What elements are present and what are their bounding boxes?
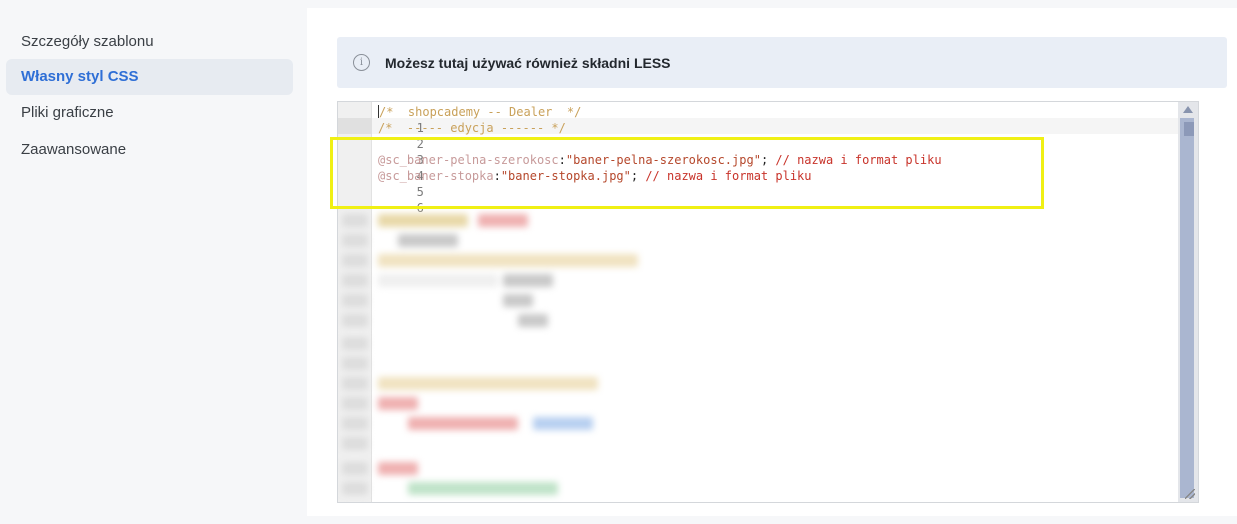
info-icon: i — [353, 54, 370, 71]
sidebar: Szczegóły szablonu Własny styl CSS Pliki… — [0, 0, 300, 524]
sidebar-item-custom-css[interactable]: Własny styl CSS — [6, 59, 293, 95]
code-line: 6 — [338, 184, 424, 215]
sidebar-item-graphic-files[interactable]: Pliki graficzne — [6, 95, 293, 131]
vertical-scrollbar[interactable] — [1178, 102, 1198, 502]
code-editor[interactable]: 1 /* shopcademy -- Dealer */ 2 /* ----- … — [337, 101, 1199, 503]
code-line: 1 /* shopcademy -- Dealer */ — [378, 105, 582, 135]
sidebar-item-template-details[interactable]: Szczegóły szablonu — [6, 24, 293, 60]
info-text: Możesz tutaj używać również składni LESS — [385, 54, 671, 71]
info-banner: i Możesz tutaj używać również składni LE… — [337, 37, 1227, 88]
resize-handle-icon[interactable] — [1185, 489, 1195, 499]
sidebar-item-advanced[interactable]: Zaawansowane — [6, 132, 293, 168]
blurred-code — [338, 212, 1180, 502]
code-line: 4 @sc_baner-pelna-szerokosc:"baner-pelna… — [378, 153, 942, 183]
scroll-up-arrow-icon[interactable] — [1183, 106, 1193, 113]
main-panel: i Możesz tutaj używać również składni LE… — [307, 8, 1237, 516]
code-line: 3 — [338, 136, 424, 167]
code-line: 5 @sc_baner-stopka:"baner-stopka.jpg"; /… — [378, 169, 812, 199]
code-line: 2 /* ----- edycja ------ */ — [378, 121, 566, 151]
code-lines[interactable]: 1 /* shopcademy -- Dealer */ 2 /* ----- … — [338, 104, 942, 215]
scroll-thumb[interactable] — [1180, 118, 1194, 498]
